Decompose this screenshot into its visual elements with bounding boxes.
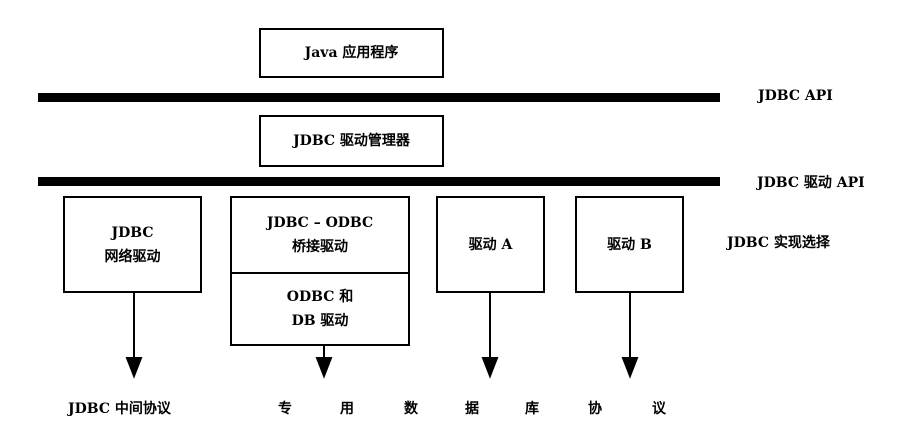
arrowhead-odbc-db <box>315 357 333 379</box>
jdbc-middle-protocol-label: JDBC 中间协议 <box>68 401 171 417</box>
arrowhead-driver-a <box>481 357 499 379</box>
proprietary-protocol-char-4: 据 <box>465 401 479 417</box>
proprietary-protocol-char-1: 专 <box>278 401 292 417</box>
proprietary-protocol-char-7: 议 <box>652 401 666 417</box>
arrowhead-net-driver <box>125 357 143 379</box>
arrowhead-driver-b <box>621 357 639 379</box>
proprietary-protocol-char-5: 库 <box>525 401 539 417</box>
proprietary-protocol-char-3: 数 <box>404 401 418 417</box>
proprietary-protocol-char-6: 协 <box>588 401 602 417</box>
proprietary-protocol-char-2: 用 <box>340 401 354 417</box>
arrows-layer <box>125 293 639 379</box>
